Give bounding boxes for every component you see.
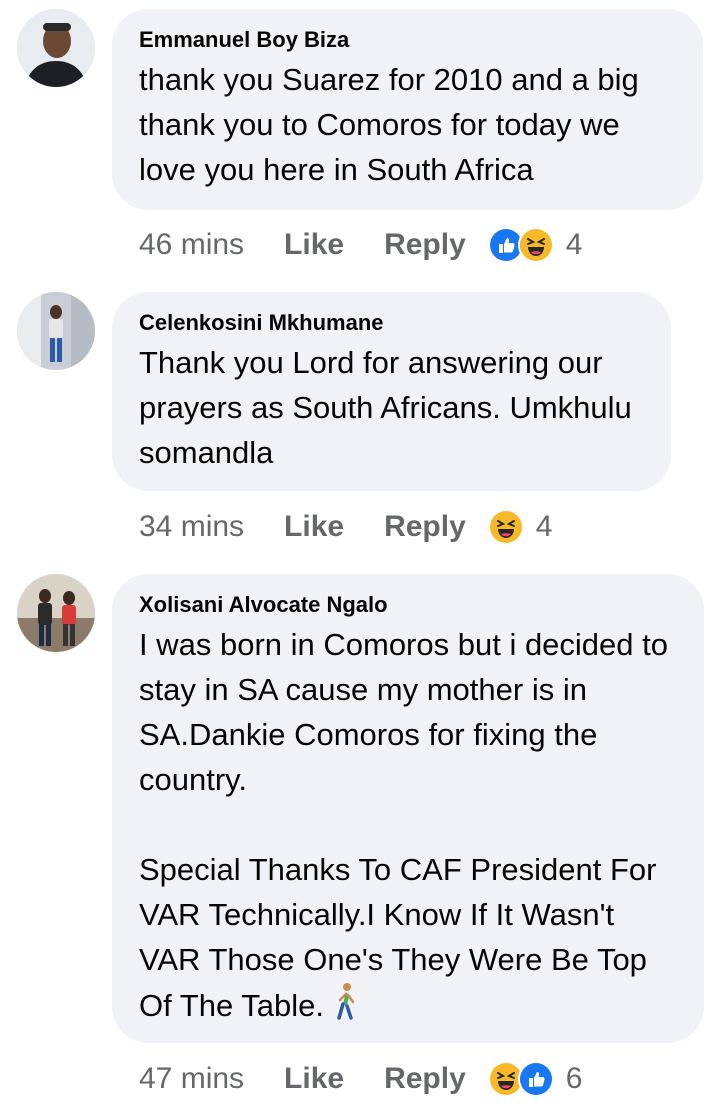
avatar[interactable] bbox=[17, 9, 95, 87]
reaction-count[interactable]: 4 bbox=[566, 228, 583, 262]
haha-reaction-icon bbox=[517, 227, 554, 263]
comment-bubble: Emmanuel Boy Biza thank you Suarez for 2… bbox=[112, 9, 703, 210]
reply-button[interactable]: Reply bbox=[384, 228, 466, 262]
comment-text: thank you Suarez for 2010 and a big than… bbox=[139, 62, 648, 187]
like-button[interactable]: Like bbox=[284, 228, 344, 262]
comment-text: Thank you Lord for answering our prayers… bbox=[139, 345, 641, 470]
comment-timestamp[interactable]: 47 mins bbox=[139, 1062, 244, 1096]
person-walking-icon bbox=[333, 982, 359, 1022]
comment-timestamp[interactable]: 34 mins bbox=[139, 510, 244, 544]
like-reaction-icon bbox=[517, 1061, 554, 1097]
avatar[interactable] bbox=[17, 574, 95, 652]
reaction-summary[interactable] bbox=[487, 509, 524, 545]
comment-text-paragraph-1: I was born in Comoros but i decided to s… bbox=[139, 627, 677, 797]
avatar[interactable] bbox=[17, 292, 95, 370]
comment-text-paragraph-2-content: Special Thanks To CAF President For VAR … bbox=[139, 852, 666, 1023]
comment-actions: 46 mins Like Reply 4 bbox=[139, 225, 582, 265]
comment-actions: 34 mins Like Reply 4 bbox=[139, 507, 552, 547]
like-button[interactable]: Like bbox=[284, 1062, 344, 1096]
comment-author[interactable]: Celenkosini Mkhumane bbox=[139, 310, 645, 336]
avatar-photo-icon bbox=[17, 574, 95, 652]
reaction-count[interactable]: 4 bbox=[536, 510, 553, 544]
like-button[interactable]: Like bbox=[284, 510, 344, 544]
comment-bubble: Xolisani Alvocate Ngalo I was born in Co… bbox=[112, 574, 704, 1043]
comment-author[interactable]: Xolisani Alvocate Ngalo bbox=[139, 592, 678, 618]
comment-bubble: Celenkosini Mkhumane Thank you Lord for … bbox=[112, 292, 671, 491]
comment-actions: 47 mins Like Reply 6 bbox=[139, 1059, 582, 1099]
reply-button[interactable]: Reply bbox=[384, 1062, 466, 1096]
comment-text-paragraph-2: Special Thanks To CAF President For VAR … bbox=[139, 847, 678, 1028]
reaction-summary[interactable] bbox=[487, 227, 554, 263]
reaction-count[interactable]: 6 bbox=[566, 1062, 583, 1096]
reaction-summary[interactable] bbox=[487, 1061, 554, 1097]
haha-reaction-icon bbox=[487, 509, 524, 545]
comment-timestamp[interactable]: 46 mins bbox=[139, 228, 244, 262]
reply-button[interactable]: Reply bbox=[384, 510, 466, 544]
comment-author[interactable]: Emmanuel Boy Biza bbox=[139, 27, 677, 53]
avatar-photo-icon bbox=[17, 292, 95, 370]
avatar-photo-icon bbox=[17, 9, 95, 87]
